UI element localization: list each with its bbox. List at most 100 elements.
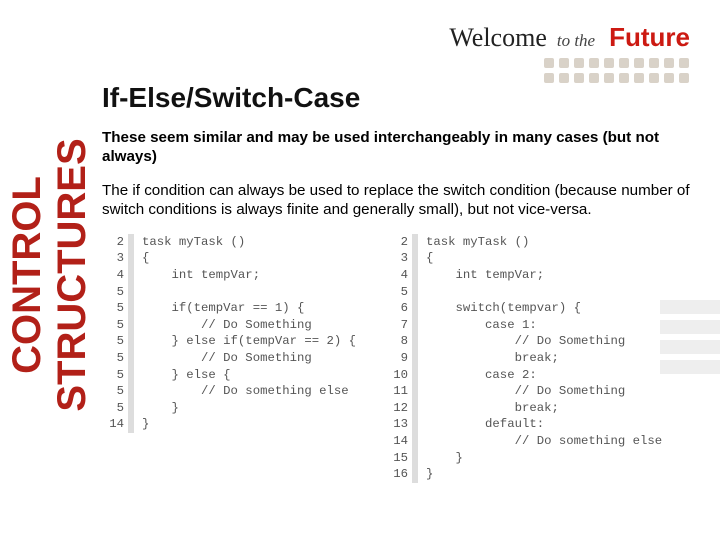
gutter bbox=[128, 267, 134, 284]
gutter bbox=[128, 317, 134, 334]
gutter bbox=[412, 300, 418, 317]
code-line: 11 // Do Something bbox=[386, 383, 662, 400]
decorative-side-bars bbox=[660, 300, 720, 380]
code-text: break; bbox=[426, 350, 559, 367]
code-line: 7 case 1: bbox=[386, 317, 662, 334]
gutter bbox=[128, 416, 134, 433]
code-line: 14 // Do something else bbox=[386, 433, 662, 450]
gutter bbox=[412, 383, 418, 400]
code-line: 4 int tempVar; bbox=[386, 267, 662, 284]
line-number: 5 bbox=[102, 317, 124, 334]
code-text: int tempVar; bbox=[426, 267, 544, 284]
line-number: 9 bbox=[386, 350, 408, 367]
code-text: // Do Something bbox=[426, 333, 625, 350]
code-text: } bbox=[142, 400, 179, 417]
code-line: 5 } else { bbox=[102, 367, 356, 384]
line-number: 8 bbox=[386, 333, 408, 350]
gutter bbox=[128, 333, 134, 350]
content-area: If-Else/Switch-Case These seem similar a… bbox=[102, 82, 698, 483]
line-number: 4 bbox=[102, 267, 124, 284]
line-number: 2 bbox=[386, 234, 408, 251]
code-line: 8 // Do Something bbox=[386, 333, 662, 350]
code-line: 14} bbox=[102, 416, 356, 433]
gutter bbox=[128, 350, 134, 367]
line-number: 7 bbox=[386, 317, 408, 334]
code-text: // Do Something bbox=[142, 317, 312, 334]
code-text: } else if(tempVar == 2) { bbox=[142, 333, 356, 350]
gutter bbox=[128, 383, 134, 400]
line-number: 12 bbox=[386, 400, 408, 417]
line-number: 5 bbox=[102, 383, 124, 400]
code-line: 5 // Do Something bbox=[102, 350, 356, 367]
code-text: int tempVar; bbox=[142, 267, 260, 284]
code-text: // Do Something bbox=[142, 350, 312, 367]
code-line: 2 task myTask () bbox=[386, 234, 662, 251]
code-text: case 2: bbox=[426, 367, 537, 384]
code-text: { bbox=[426, 250, 433, 267]
code-line: 5 bbox=[386, 284, 662, 301]
line-number: 14 bbox=[386, 433, 408, 450]
code-text: // Do something else bbox=[142, 383, 349, 400]
code-line: 15 } bbox=[386, 450, 662, 467]
code-line: 5 } bbox=[102, 400, 356, 417]
code-line: 5 } else if(tempVar == 2) { bbox=[102, 333, 356, 350]
line-number: 4 bbox=[386, 267, 408, 284]
paragraph-1: These seem similar and may be used inter… bbox=[102, 128, 698, 167]
code-block-if-else: 2task myTask ()3{4 int tempVar;55 if(tem… bbox=[102, 234, 356, 483]
code-text: } else { bbox=[142, 367, 231, 384]
gutter bbox=[412, 317, 418, 334]
code-line: 3{ bbox=[386, 250, 662, 267]
line-number: 5 bbox=[102, 284, 124, 301]
code-text: break; bbox=[426, 400, 559, 417]
decorative-dots bbox=[544, 58, 690, 84]
code-text: if(tempVar == 1) { bbox=[142, 300, 304, 317]
code-line: 2 task myTask () bbox=[102, 234, 356, 251]
gutter bbox=[412, 416, 418, 433]
gutter bbox=[412, 333, 418, 350]
code-text: // Do Something bbox=[426, 383, 625, 400]
gutter bbox=[128, 300, 134, 317]
line-number: 15 bbox=[386, 450, 408, 467]
line-number: 5 bbox=[102, 333, 124, 350]
line-number: 5 bbox=[102, 367, 124, 384]
code-text: } bbox=[426, 450, 463, 467]
code-text: // Do something else bbox=[426, 433, 662, 450]
code-line: 13 default: bbox=[386, 416, 662, 433]
line-number: 3 bbox=[102, 250, 124, 267]
line-number: 5 bbox=[102, 400, 124, 417]
code-text: case 1: bbox=[426, 317, 537, 334]
gutter bbox=[412, 267, 418, 284]
gutter bbox=[412, 433, 418, 450]
header-to-the: to the bbox=[557, 31, 595, 51]
code-text: } bbox=[426, 466, 433, 483]
code-text: task myTask () bbox=[142, 234, 245, 251]
gutter bbox=[412, 250, 418, 267]
line-number: 16 bbox=[386, 466, 408, 483]
code-text: { bbox=[142, 250, 149, 267]
code-line: 6 switch(tempvar) { bbox=[386, 300, 662, 317]
code-line: 9 break; bbox=[386, 350, 662, 367]
code-line: 4 int tempVar; bbox=[102, 267, 356, 284]
code-line: 5 // Do Something bbox=[102, 317, 356, 334]
code-line: 3{ bbox=[102, 250, 356, 267]
code-row: 2task myTask ()3{4 int tempVar;55 if(tem… bbox=[102, 234, 698, 483]
gutter bbox=[128, 367, 134, 384]
code-line: 5 // Do something else bbox=[102, 383, 356, 400]
code-line: 5 if(tempVar == 1) { bbox=[102, 300, 356, 317]
header: Welcome to the Future bbox=[449, 22, 690, 53]
code-line: 16} bbox=[386, 466, 662, 483]
code-text: } bbox=[142, 416, 149, 433]
line-number: 5 bbox=[386, 284, 408, 301]
gutter bbox=[412, 466, 418, 483]
gutter bbox=[412, 400, 418, 417]
slide-title: If-Else/Switch-Case bbox=[102, 82, 698, 114]
line-number: 10 bbox=[386, 367, 408, 384]
line-number: 11 bbox=[386, 383, 408, 400]
line-number: 5 bbox=[102, 350, 124, 367]
code-text: task myTask () bbox=[426, 234, 529, 251]
gutter bbox=[128, 250, 134, 267]
line-number: 3 bbox=[386, 250, 408, 267]
header-future: Future bbox=[609, 22, 690, 53]
line-number: 2 bbox=[102, 234, 124, 251]
gutter bbox=[412, 367, 418, 384]
